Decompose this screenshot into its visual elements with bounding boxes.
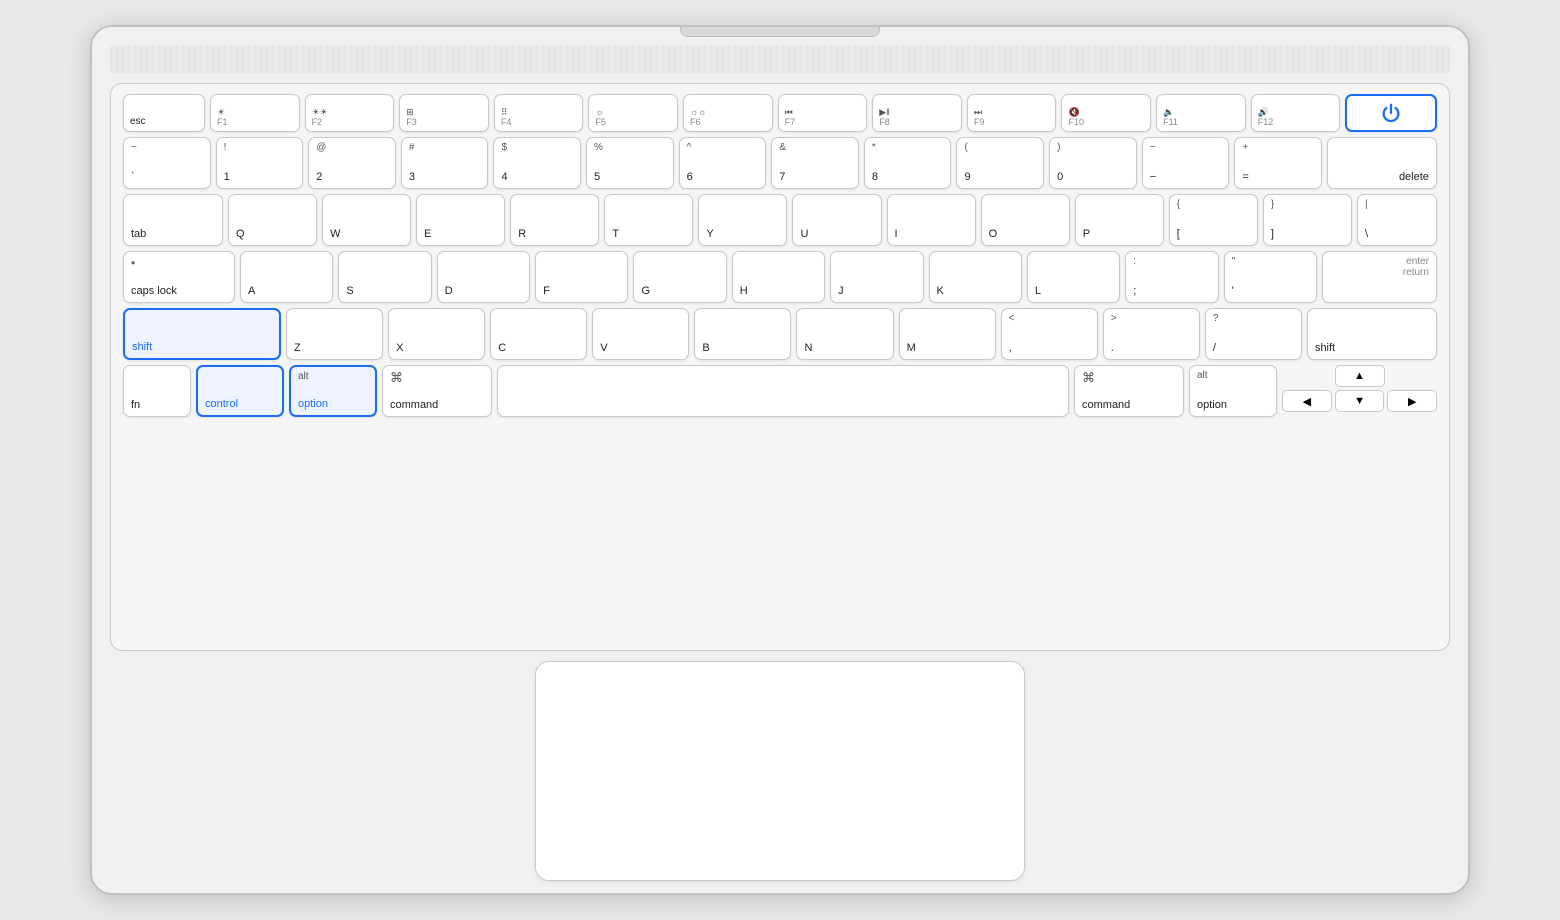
key-equals[interactable]: + =	[1234, 137, 1322, 189]
key-f10[interactable]: 🔇 F10	[1061, 94, 1151, 132]
key-period[interactable]: > .	[1103, 308, 1200, 360]
key-z[interactable]: Z	[286, 308, 383, 360]
key-backtick[interactable]: ~ `	[123, 137, 211, 189]
key-f9[interactable]: ⏭ F9	[967, 94, 1057, 132]
key-arrow-left[interactable]: ◀	[1282, 390, 1332, 412]
key-f1[interactable]: ☀ F1	[210, 94, 300, 132]
key-i[interactable]: I	[887, 194, 976, 246]
key-slash[interactable]: ? /	[1205, 308, 1302, 360]
key-a[interactable]: A	[240, 251, 333, 303]
key-tab[interactable]: tab	[123, 194, 223, 246]
key-space[interactable]	[497, 365, 1069, 417]
key-5[interactable]: % 5	[586, 137, 674, 189]
key-4[interactable]: $ 4	[493, 137, 581, 189]
key-s[interactable]: S	[338, 251, 431, 303]
key-f5[interactable]: ☼ F5	[588, 94, 678, 132]
key-backslash[interactable]: | \	[1357, 194, 1437, 246]
key-f[interactable]: F	[535, 251, 628, 303]
key-minus[interactable]: − −	[1142, 137, 1230, 189]
key-v[interactable]: V	[592, 308, 689, 360]
key-b[interactable]: B	[694, 308, 791, 360]
number-row: ~ ` ! 1 @ 2 # 3 $ 4 % 5	[123, 137, 1437, 189]
key-command-right[interactable]: ⌘ command	[1074, 365, 1184, 417]
key-semicolon[interactable]: : ;	[1125, 251, 1218, 303]
key-y[interactable]: Y	[698, 194, 787, 246]
key-option-right[interactable]: alt option	[1189, 365, 1277, 417]
key-x[interactable]: X	[388, 308, 485, 360]
key-u[interactable]: U	[792, 194, 881, 246]
key-lbracket[interactable]: { [	[1169, 194, 1258, 246]
key-e[interactable]: E	[416, 194, 505, 246]
key-7[interactable]: & 7	[771, 137, 859, 189]
key-g[interactable]: G	[633, 251, 726, 303]
key-8[interactable]: * 8	[864, 137, 952, 189]
key-arrow-down[interactable]: ▼	[1335, 390, 1385, 412]
key-o[interactable]: O	[981, 194, 1070, 246]
key-delete[interactable]: delete	[1327, 137, 1437, 189]
key-fn[interactable]: fn	[123, 365, 191, 417]
function-row: esc ☀ F1 ☀☀ F2 ⊞ F3 ⠿ F4 ☼ F5	[123, 94, 1437, 132]
key-9[interactable]: ( 9	[956, 137, 1044, 189]
key-option-left[interactable]: alt option	[289, 365, 377, 417]
arrow-bottom-row: ◀ ▼ ▶	[1282, 390, 1437, 412]
key-6[interactable]: ^ 6	[679, 137, 767, 189]
key-f12[interactable]: 🔊 F12	[1251, 94, 1341, 132]
key-enter[interactable]: enter return	[1322, 251, 1437, 303]
key-m[interactable]: M	[899, 308, 996, 360]
key-shift-right[interactable]: shift	[1307, 308, 1437, 360]
key-p[interactable]: P	[1075, 194, 1164, 246]
key-f11[interactable]: 🔉 F11	[1156, 94, 1246, 132]
key-n[interactable]: N	[796, 308, 893, 360]
key-f6[interactable]: ☼☼ F6	[683, 94, 773, 132]
key-shift-left[interactable]: shift	[123, 308, 281, 360]
key-r[interactable]: R	[510, 194, 599, 246]
key-k[interactable]: K	[929, 251, 1022, 303]
laptop-body: esc ☀ F1 ☀☀ F2 ⊞ F3 ⠿ F4 ☼ F5	[90, 25, 1470, 895]
bottom-row: fn control alt option ⌘ command ⌘ comman…	[123, 365, 1437, 417]
key-comma[interactable]: < ,	[1001, 308, 1098, 360]
key-f3[interactable]: ⊞ F3	[399, 94, 489, 132]
key-h[interactable]: H	[732, 251, 825, 303]
key-1[interactable]: ! 1	[216, 137, 304, 189]
arrow-key-cluster: ▲ ◀ ▼ ▶	[1282, 365, 1437, 417]
key-j[interactable]: J	[830, 251, 923, 303]
key-t[interactable]: T	[604, 194, 693, 246]
key-esc[interactable]: esc	[123, 94, 205, 132]
qwerty-row: tab Q W E R T Y U I	[123, 194, 1437, 246]
key-f4[interactable]: ⠿ F4	[494, 94, 584, 132]
key-capslock[interactable]: • caps lock	[123, 251, 235, 303]
key-command-left[interactable]: ⌘ command	[382, 365, 492, 417]
keyboard-area: esc ☀ F1 ☀☀ F2 ⊞ F3 ⠿ F4 ☼ F5	[110, 83, 1450, 651]
key-2[interactable]: @ 2	[308, 137, 396, 189]
key-3[interactable]: # 3	[401, 137, 489, 189]
hinge-bar	[680, 27, 880, 37]
speaker-grille	[110, 45, 1450, 73]
key-quote[interactable]: " '	[1224, 251, 1317, 303]
arrow-top-row: ▲	[1282, 365, 1437, 387]
key-rbracket[interactable]: } ]	[1263, 194, 1352, 246]
zxcv-row: shift Z X C V B N M <	[123, 308, 1437, 360]
key-0[interactable]: ) 0	[1049, 137, 1137, 189]
key-q[interactable]: Q	[228, 194, 317, 246]
key-arrow-right[interactable]: ▶	[1387, 390, 1437, 412]
key-f2[interactable]: ☀☀ F2	[305, 94, 395, 132]
key-power[interactable]	[1345, 94, 1437, 132]
key-f7[interactable]: ⏮ F7	[778, 94, 868, 132]
touchpad[interactable]	[535, 661, 1025, 881]
key-d[interactable]: D	[437, 251, 530, 303]
key-c[interactable]: C	[490, 308, 587, 360]
asdf-row: • caps lock A S D F G H J	[123, 251, 1437, 303]
key-control[interactable]: control	[196, 365, 284, 417]
key-f8[interactable]: ▶‖ F8	[872, 94, 962, 132]
key-l[interactable]: L	[1027, 251, 1120, 303]
key-arrow-up[interactable]: ▲	[1335, 365, 1385, 387]
key-w[interactable]: W	[322, 194, 411, 246]
